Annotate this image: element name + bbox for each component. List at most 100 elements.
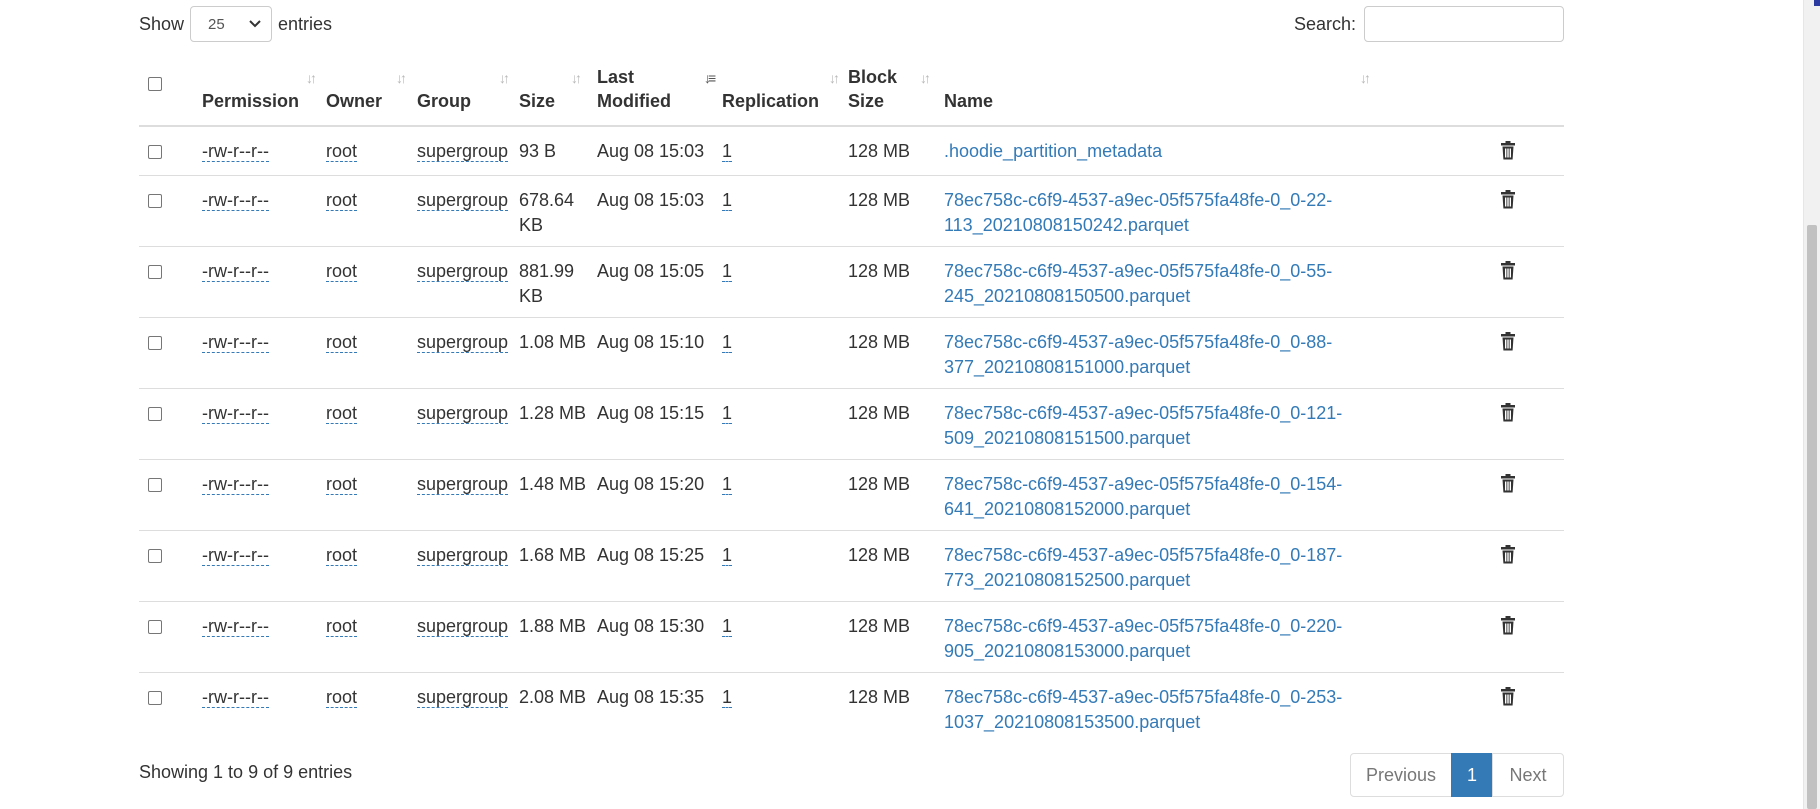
row-checkbox[interactable] [148, 620, 162, 634]
trash-icon[interactable] [1500, 141, 1516, 167]
replication-value[interactable]: 1 [722, 141, 733, 162]
owner-value[interactable]: root [326, 141, 358, 162]
replication-value[interactable]: 1 [722, 261, 733, 282]
sort-icon[interactable]: ↓↑ [306, 66, 317, 90]
replication-cell: 1 [722, 672, 848, 743]
file-name-line-2: 1037_20210808153500.parquet [944, 712, 1201, 732]
sort-icon[interactable]: ↓↑ [571, 66, 582, 90]
header-size[interactable]: Size ↓↑ [519, 58, 597, 127]
row-checkbox[interactable] [148, 194, 162, 208]
file-name-link[interactable]: 78ec758c-c6f9-4537-a9ec-05f575fa48fe-0_0… [944, 403, 1342, 448]
group-value[interactable]: supergroup [417, 261, 509, 282]
header-owner[interactable]: Owner ↓↑ [326, 58, 417, 127]
select-all-checkbox[interactable] [148, 77, 162, 91]
row-checkbox[interactable] [148, 691, 162, 705]
row-checkbox[interactable] [148, 265, 162, 279]
group-value[interactable]: supergroup [417, 687, 509, 708]
vertical-scrollbar[interactable] [1803, 0, 1820, 809]
file-name-link[interactable]: 78ec758c-c6f9-4537-a9ec-05f575fa48fe-0_0… [944, 261, 1332, 306]
row-checkbox[interactable] [148, 407, 162, 421]
permission-value[interactable]: -rw-r--r-- [202, 545, 269, 566]
replication-value[interactable]: 1 [722, 190, 733, 211]
page-1-button[interactable]: 1 [1451, 753, 1493, 797]
size-value: 678.64 [519, 190, 575, 210]
owner-value[interactable]: root [326, 332, 358, 353]
sort-icon[interactable]: ↓↑ [396, 66, 407, 90]
file-name-line-1: 78ec758c-c6f9-4537-a9ec-05f575fa48fe-0_0… [944, 190, 1333, 210]
sort-icon[interactable]: ↓↑ [1360, 66, 1371, 90]
header-owner-label: Owner [326, 91, 383, 111]
replication-value[interactable]: 1 [722, 403, 733, 424]
group-value[interactable]: supergroup [417, 616, 509, 637]
trash-icon[interactable] [1500, 190, 1516, 216]
trash-icon[interactable] [1500, 474, 1516, 500]
sort-desc-icon[interactable]: ↓≡ [704, 66, 716, 90]
permission-value[interactable]: -rw-r--r-- [202, 261, 269, 282]
file-name-line-2: 113_20210808150242.parquet [944, 215, 1189, 235]
group-value[interactable]: supergroup [417, 141, 509, 162]
row-checkbox[interactable] [148, 478, 162, 492]
trash-icon[interactable] [1500, 616, 1516, 642]
search-input[interactable] [1364, 6, 1564, 42]
file-name-link[interactable]: 78ec758c-c6f9-4537-a9ec-05f575fa48fe-0_0… [944, 332, 1332, 377]
owner-value[interactable]: root [326, 261, 358, 282]
permission-value[interactable]: -rw-r--r-- [202, 403, 269, 424]
file-name-link[interactable]: 78ec758c-c6f9-4537-a9ec-05f575fa48fe-0_0… [944, 474, 1342, 519]
replication-value[interactable]: 1 [722, 332, 733, 353]
group-value[interactable]: supergroup [417, 474, 509, 495]
row-checkbox[interactable] [148, 145, 162, 159]
row-select-cell [139, 530, 202, 602]
trash-icon[interactable] [1500, 332, 1516, 358]
file-name-line-1: 78ec758c-c6f9-4537-a9ec-05f575fa48fe-0_0… [944, 687, 1343, 707]
owner-value[interactable]: root [326, 616, 358, 637]
size-cell: 881.99 KB [519, 246, 597, 318]
trash-icon[interactable] [1500, 403, 1516, 429]
replication-value[interactable]: 1 [722, 616, 733, 637]
next-button[interactable]: Next [1492, 753, 1564, 797]
replication-value[interactable]: 1 [722, 545, 733, 566]
file-name-link[interactable]: 78ec758c-c6f9-4537-a9ec-05f575fa48fe-0_0… [944, 687, 1342, 732]
row-checkbox[interactable] [148, 336, 162, 350]
owner-value[interactable]: root [326, 190, 358, 211]
permission-value[interactable]: -rw-r--r-- [202, 474, 269, 495]
header-name[interactable]: Name ↓↑ [944, 58, 1564, 127]
header-size-label: Size [519, 91, 556, 111]
header-replication[interactable]: Replication ↓↑ [722, 58, 848, 127]
owner-value[interactable]: root [326, 545, 358, 566]
group-value[interactable]: supergroup [417, 545, 509, 566]
trash-icon[interactable] [1500, 687, 1516, 713]
previous-button[interactable]: Previous [1350, 753, 1452, 797]
header-block-size[interactable]: Block Size ↓↑ [848, 58, 944, 127]
file-name-link[interactable]: 78ec758c-c6f9-4537-a9ec-05f575fa48fe-0_0… [944, 190, 1332, 235]
header-permission[interactable]: Permission ↓↑ [202, 58, 326, 127]
group-value[interactable]: supergroup [417, 190, 509, 211]
header-group[interactable]: Group ↓↑ [417, 58, 519, 127]
file-name-link[interactable]: .hoodie_partition_metadata [944, 141, 1162, 161]
header-replication-label: Replication [722, 91, 820, 111]
group-value[interactable]: supergroup [417, 332, 509, 353]
file-name-link[interactable]: 78ec758c-c6f9-4537-a9ec-05f575fa48fe-0_0… [944, 545, 1342, 590]
owner-value[interactable]: root [326, 474, 358, 495]
permission-value[interactable]: -rw-r--r-- [202, 141, 269, 162]
row-checkbox[interactable] [148, 549, 162, 563]
owner-value[interactable]: root [326, 687, 358, 708]
permission-cell: -rw-r--r-- [202, 459, 326, 531]
permission-value[interactable]: -rw-r--r-- [202, 616, 269, 637]
sort-icon[interactable]: ↓↑ [920, 66, 931, 90]
sort-icon[interactable]: ↓↑ [499, 66, 510, 90]
permission-value[interactable]: -rw-r--r-- [202, 190, 269, 211]
file-name-link[interactable]: 78ec758c-c6f9-4537-a9ec-05f575fa48fe-0_0… [944, 616, 1342, 661]
entries-select[interactable]: 25 [190, 6, 273, 42]
header-last-modified[interactable]: Last Modified ↓≡ [597, 58, 722, 127]
permission-value[interactable]: -rw-r--r-- [202, 687, 269, 708]
group-value[interactable]: supergroup [417, 403, 509, 424]
trash-icon[interactable] [1500, 261, 1516, 287]
permission-value[interactable]: -rw-r--r-- [202, 332, 269, 353]
row-select-cell [139, 126, 202, 176]
sort-icon[interactable]: ↓↑ [829, 66, 840, 90]
owner-value[interactable]: root [326, 403, 358, 424]
replication-value[interactable]: 1 [722, 474, 733, 495]
scrollbar-thumb[interactable] [1807, 225, 1817, 809]
replication-value[interactable]: 1 [722, 687, 733, 708]
trash-icon[interactable] [1500, 545, 1516, 571]
